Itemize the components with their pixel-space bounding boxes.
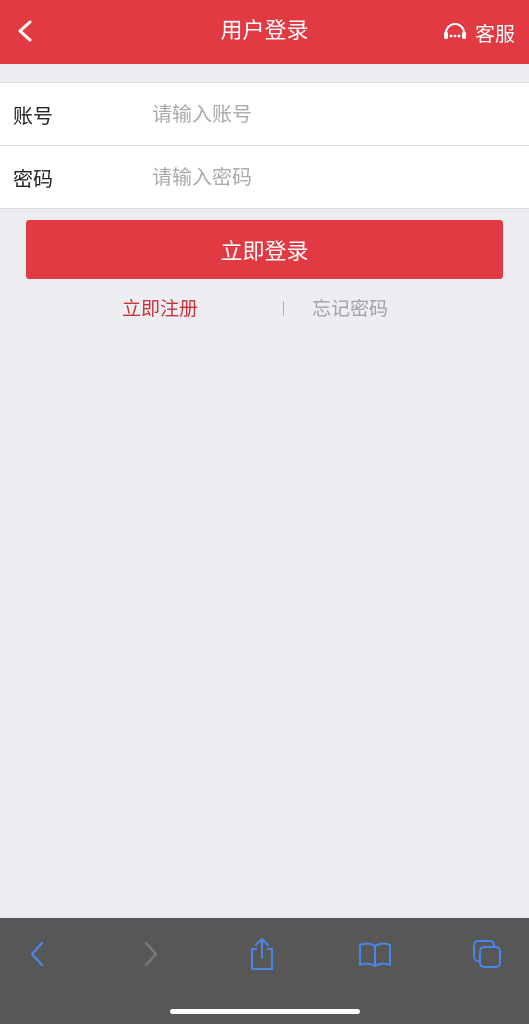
- share-icon: [251, 938, 273, 970]
- account-row: 账号: [0, 83, 529, 145]
- tabs-icon: [473, 940, 501, 968]
- password-row: 密码: [0, 145, 529, 208]
- link-divider: [283, 301, 284, 316]
- customer-service-button[interactable]: 客服: [443, 0, 515, 64]
- customer-service-label: 客服: [475, 21, 515, 46]
- back-icon: [30, 941, 44, 967]
- login-button[interactable]: 立即登录: [26, 220, 503, 279]
- headset-icon: [444, 23, 466, 39]
- account-label: 账号: [13, 103, 53, 128]
- register-link[interactable]: 立即注册: [122, 294, 198, 321]
- secondary-links: 立即注册 忘记密码: [0, 294, 529, 324]
- browser-bookmarks-button[interactable]: [355, 934, 395, 974]
- password-label: 密码: [13, 166, 53, 191]
- home-indicator: [170, 1009, 360, 1014]
- browser-share-button[interactable]: [242, 934, 282, 974]
- password-input[interactable]: [150, 156, 529, 198]
- bookmarks-icon: [359, 942, 391, 967]
- forgot-password-link[interactable]: 忘记密码: [312, 294, 388, 321]
- app-header: 用户登录 客服: [0, 0, 529, 64]
- browser-back-button[interactable]: [17, 934, 57, 974]
- account-input[interactable]: [150, 93, 529, 135]
- forward-icon: [144, 941, 158, 967]
- browser-tabs-button[interactable]: [467, 934, 507, 974]
- browser-forward-button[interactable]: [131, 934, 171, 974]
- login-form: 账号 密码: [0, 82, 529, 209]
